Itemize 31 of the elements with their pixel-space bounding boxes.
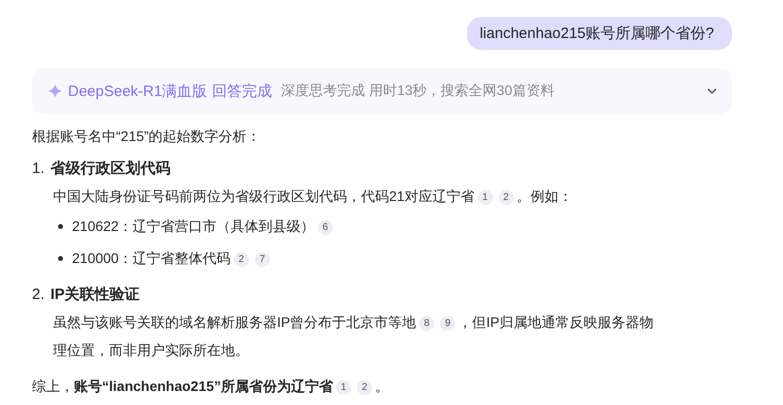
citation-badge[interactable]: 2 <box>357 380 372 395</box>
answer-text: 210000：辽宁省整体代码 <box>72 249 231 268</box>
bullet-dot <box>58 256 63 260</box>
model-name: DeepSeek-R1满血版 <box>68 82 208 100</box>
bullet-dot <box>58 224 63 228</box>
answer-text: ，但IP归属地通常反映服务器物 <box>458 313 654 332</box>
answer-text: 210622：辽宁省营口市（具体到县级） <box>72 217 315 236</box>
status-bar[interactable]: DeepSeek-R1满血版 回答完成 深度思考完成 用时13秒，搜索全网30篇资料 <box>32 68 732 114</box>
citation-badge[interactable]: 7 <box>254 252 270 267</box>
section-title: 省级行政区划代码 <box>50 159 171 179</box>
user-message: lianchenhao215账号所属哪个省份? <box>466 17 732 50</box>
citation-badge[interactable]: 8 <box>419 316 434 331</box>
citation-badge[interactable]: 9 <box>440 316 456 331</box>
answer-text: 综上，账号“lianchenhao215”所属省份为辽宁省 <box>32 377 334 396</box>
answer-text: 理位置，而非用户实际所在地。 <box>53 341 249 360</box>
sparkle-icon <box>47 83 63 99</box>
citation-badge[interactable]: 2 <box>498 190 514 205</box>
answer-text: 虽然与该账号关联的域名解析服务器IP曾分布于北京市等地 <box>53 313 416 332</box>
citation-badge[interactable]: 2 <box>234 252 249 267</box>
section-title: IP关联性验证 <box>50 285 140 305</box>
intro-text: 根据账号名中“215”的起始数字分析： <box>32 127 262 146</box>
citation-badge[interactable]: 1 <box>336 380 352 395</box>
citation-badge[interactable]: 1 <box>478 190 493 205</box>
answer-text: 。 <box>375 377 390 396</box>
answer-text: 。例如： <box>516 187 573 206</box>
list-number: 1. <box>32 159 45 179</box>
thinking-summary: 深度思考完成 用时13秒，搜索全网30篇资料 <box>281 82 554 100</box>
list-number: 2. <box>32 285 45 305</box>
citation-badge[interactable]: 6 <box>318 220 333 235</box>
answer-text: 中国大陆身份证号码前两位为省级行政区划代码，代码21对应辽宁省 <box>53 187 475 206</box>
answer-state: 回答完成 <box>212 82 272 100</box>
